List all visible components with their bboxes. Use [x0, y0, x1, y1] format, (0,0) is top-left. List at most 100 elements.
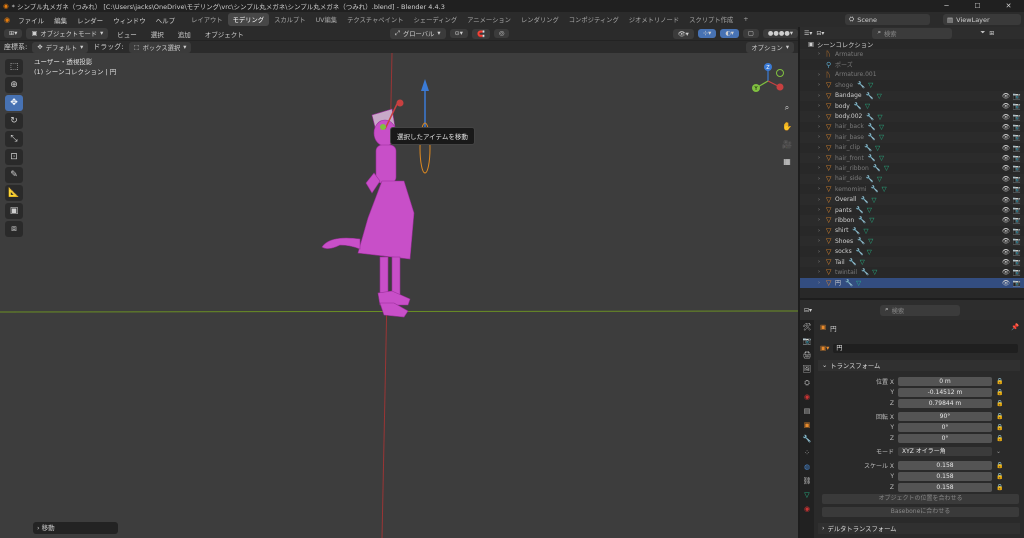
mesh-data-icon[interactable]: ▽ [875, 144, 880, 152]
transform-section-header[interactable]: ⌄ トランスフォーム [818, 360, 1020, 371]
outliner-item[interactable]: › ▽ Shoes 🔧 ▽ 👁 📷 [800, 236, 1024, 247]
location-y-field[interactable]: -0.14512 m [898, 387, 992, 397]
mesh-data-icon[interactable]: ▽ [879, 123, 884, 131]
modifier-icon[interactable]: 🔧 [858, 216, 866, 224]
eye-icon[interactable]: 👁 [1002, 92, 1010, 100]
outliner-item[interactable]: › ▽ hair_side 🔧 ▽ 👁 📷 [800, 173, 1024, 185]
expand-arrow-icon[interactable]: › [818, 155, 826, 161]
modifier-icon[interactable]: 🔧 [866, 113, 874, 121]
modifier-icon[interactable]: 🔧 [873, 164, 881, 172]
expand-arrow-icon[interactable]: › [818, 259, 826, 265]
eye-icon[interactable]: 👁 [1002, 164, 1010, 172]
expand-arrow-icon[interactable]: › [818, 165, 826, 171]
zoom-icon[interactable]: ⌕ [780, 101, 794, 115]
3d-viewport[interactable]: ユーザー・透視投影 (1) シーンコレクション | 円 ⬚ ⊕ ✥ ↻ ⤡ ⊡ … [0, 53, 798, 538]
pan-hand-icon[interactable]: ✋ [780, 119, 794, 133]
outliner-item[interactable]: ⚲ ポーズ [800, 59, 1024, 70]
tab-texture-paint[interactable]: テクスチャペイント [342, 13, 408, 26]
add-cube-tool-icon[interactable]: ▣ [5, 203, 23, 219]
render-tab-icon[interactable]: 📷 [803, 337, 812, 348]
eye-icon[interactable]: 👁 [1002, 175, 1010, 183]
tab-animation[interactable]: アニメーション [462, 13, 516, 26]
expand-arrow-icon[interactable]: › [818, 72, 826, 78]
expand-arrow-icon[interactable]: › [818, 176, 826, 182]
outliner-item[interactable]: › ▽ Bandage 🔧 ▽ 👁 📷 [800, 90, 1024, 101]
outliner-mode-icon[interactable]: ⊟▾ [816, 30, 824, 37]
coord-selector[interactable]: ✥ デフォルト ▾ [32, 41, 89, 53]
expand-arrow-icon[interactable]: › [818, 228, 826, 234]
navigation-gizmo[interactable]: Z Y [748, 61, 788, 101]
outliner-editor-icon[interactable]: ☰▾ [804, 30, 812, 37]
snap-toggle[interactable]: 🧲 [471, 28, 490, 39]
tool-tab-icon[interactable]: 🛠 [803, 323, 812, 334]
filter-icon[interactable]: ⏷ [980, 29, 985, 37]
eye-icon[interactable]: 👁 [1002, 133, 1010, 141]
lock-icon[interactable]: 🔒 [996, 378, 1003, 385]
physics-tab-icon[interactable]: ◍ [804, 463, 810, 474]
outliner-search[interactable]: ⌕ 検索 [872, 27, 953, 39]
scene-tab-icon[interactable]: ⛭ [804, 379, 810, 390]
outliner-item[interactable]: › ᚢ Armature [800, 49, 1024, 60]
eye-icon[interactable]: 👁 [1002, 185, 1010, 193]
tab-scripting[interactable]: スクリプト作成 [684, 13, 738, 26]
rotate-tool-icon[interactable]: ↻ [5, 113, 23, 129]
outliner-item[interactable]: › ▽ hair_clip 🔧 ▽ 👁 📷 [800, 143, 1024, 153]
modifier-icon[interactable]: 🔧 [854, 102, 862, 110]
eye-icon[interactable]: 👁 [1002, 227, 1010, 235]
rotation-y-field[interactable]: 0° [898, 422, 992, 432]
camera-icon[interactable]: 📷 [1013, 123, 1021, 131]
mesh-data-icon[interactable]: ▽ [860, 258, 865, 266]
outliner-item[interactable]: › ▽ shoge 🔧 ▽ [800, 80, 1024, 90]
world-tab-icon[interactable]: ◉ [804, 393, 810, 404]
scene-selector[interactable]: ⛭ Scene [845, 14, 930, 25]
lock-icon[interactable]: 🔒 [996, 473, 1003, 480]
data-tab-icon[interactable]: ▽ [804, 491, 809, 502]
expand-arrow-icon[interactable]: › [818, 51, 826, 57]
pin-icon[interactable]: 📌 [1011, 323, 1019, 331]
eye-icon[interactable]: 👁 [1002, 154, 1010, 162]
camera-icon[interactable]: 📷 [1013, 227, 1021, 235]
modifier-icon[interactable]: 🔧 [845, 279, 853, 287]
tab-shading[interactable]: シェーディング [409, 13, 463, 26]
mesh-data-icon[interactable]: ▽ [867, 248, 872, 256]
modifier-icon[interactable]: 🔧 [860, 196, 868, 204]
lock-icon[interactable]: 🔒 [996, 435, 1003, 442]
camera-icon[interactable]: 📷 [1013, 258, 1021, 266]
camera-icon[interactable]: 📷 [1013, 113, 1021, 121]
mesh-data-icon[interactable]: ▽ [879, 133, 884, 141]
outliner-item[interactable]: › ▽ hair_base 🔧 ▽ 👁 📷 [800, 132, 1024, 143]
minimize-icon[interactable]: ─ [931, 0, 962, 12]
lock-icon[interactable]: 🔒 [996, 389, 1003, 396]
outliner-item[interactable]: › ▽ hair_ribbon 🔧 ▽ 👁 📷 [800, 163, 1024, 173]
rotation-mode-select[interactable]: XYZ オイラー角 [898, 446, 992, 456]
camera-icon[interactable]: 📷 [1013, 268, 1021, 276]
eye-icon[interactable]: 👁 [1002, 102, 1010, 110]
annotate-tool-icon[interactable]: ✎ [5, 167, 23, 183]
expand-arrow-icon[interactable]: › [818, 207, 826, 213]
mesh-data-icon[interactable]: ▽ [872, 196, 877, 204]
modifier-icon[interactable]: 🔧 [868, 154, 876, 162]
scene-collection-row[interactable]: ▣ シーンコレクション [800, 39, 1024, 49]
eye-icon[interactable]: 👁 [1002, 144, 1010, 152]
shading-modes[interactable]: ●●●●▾ [762, 29, 798, 38]
camera-icon[interactable]: 📷 [1013, 279, 1021, 287]
outliner-item[interactable]: › ▽ 円 🔧 ▽ 👁 📷 [800, 277, 1024, 288]
view-layer-tab-icon[interactable]: 🖼 [803, 365, 812, 376]
rotation-x-field[interactable]: 90° [898, 411, 992, 421]
eye-icon[interactable]: 👁 [1002, 206, 1010, 214]
eye-icon[interactable]: 👁 [1002, 113, 1010, 121]
camera-icon[interactable]: 📷 [1013, 185, 1021, 193]
scale-y-field[interactable]: 0.158 [898, 471, 992, 481]
object-tab-icon[interactable]: ▣ [804, 421, 811, 432]
menu-file[interactable]: ファイル [13, 15, 49, 25]
outliner-item[interactable]: › ▽ hair_front 🔧 ▽ 👁 📷 [800, 152, 1024, 164]
menu-help[interactable]: ヘルプ [151, 15, 181, 25]
eye-icon[interactable]: 👁 [1002, 279, 1010, 287]
lock-icon[interactable]: 🔒 [996, 400, 1003, 407]
scale-tool-icon[interactable]: ⤡ [5, 131, 23, 147]
material-tab-icon[interactable]: ◉ [804, 505, 810, 516]
outliner-item[interactable]: › ▽ body 🔧 ▽ 👁 📷 [800, 101, 1024, 111]
lock-icon[interactable]: 🔒 [996, 462, 1003, 469]
tab-modeling[interactable]: モデリング [227, 13, 270, 26]
modifier-icon[interactable]: 🔧 [849, 258, 857, 266]
